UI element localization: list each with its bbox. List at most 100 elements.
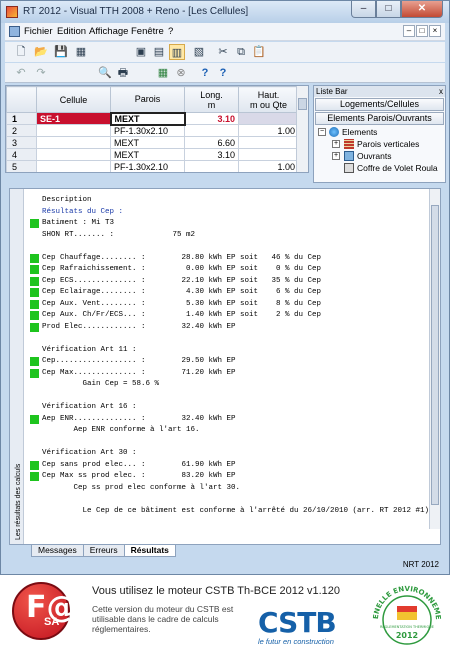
col-header-cellule[interactable]: Cellule (36, 86, 111, 113)
mdi-minimize-button[interactable]: – (403, 25, 415, 37)
table-row[interactable]: 3 MEXT 6.60 (6, 136, 299, 149)
menu-help[interactable]: ? (168, 26, 173, 37)
cell-haut[interactable]: 1.00 (238, 124, 299, 137)
mdi-restore-button[interactable]: □ (416, 25, 428, 37)
report-line: Cep Rafraichissement. : 0.00 kWh EP soit… (30, 264, 434, 276)
cell-long[interactable] (184, 160, 239, 172)
cell-cellule[interactable] (36, 160, 111, 172)
cut-icon[interactable]: ✂ (215, 44, 231, 60)
tree-expander[interactable]: − (318, 128, 326, 136)
report-line: Description (30, 195, 434, 207)
calculator-icon[interactable]: ▦ (155, 65, 171, 81)
tab-messages[interactable]: Messages (31, 545, 84, 557)
maximize-button[interactable]: □ (376, 1, 401, 18)
view-icon[interactable]: ▦ (73, 44, 89, 60)
tree-node-coffre[interactable]: Coffre de Volet Roula (314, 162, 445, 174)
results-scrollbar[interactable] (429, 189, 440, 529)
mdi-close-button[interactable]: × (429, 25, 441, 37)
elements-parois-button[interactable]: Elements Parois/Ouvrants (315, 112, 444, 125)
tool2-icon[interactable]: ▤ (151, 44, 167, 60)
menu-edition[interactable]: Edition (57, 26, 86, 37)
report-line: Vérification Art 30 : (30, 448, 434, 460)
cell-haut[interactable] (238, 148, 299, 161)
row-number[interactable]: 4 (6, 148, 37, 161)
tree-expander[interactable]: + (332, 140, 340, 148)
minimize-button[interactable]: – (351, 1, 376, 18)
report-line-text: Cep Rafraichissement. : 0.00 kWh EP soit… (42, 265, 322, 273)
context-help-icon[interactable]: ? (215, 65, 231, 81)
close-button[interactable]: ✕ (401, 1, 443, 18)
tab-resultats[interactable]: Résultats (123, 545, 176, 557)
cstb-logo: CSTB (258, 606, 337, 639)
tool4-icon[interactable]: ▧ (191, 44, 207, 60)
logements-cellules-button[interactable]: Logements/Cellules (315, 98, 444, 111)
cell-cellule[interactable]: SE-1 (36, 112, 111, 125)
table-row[interactable]: 5 PF-1.30x2.10 1.00 (6, 160, 299, 172)
status-marker-icon (30, 276, 39, 286)
results-report[interactable]: Description Résultats du Cep : Batiment : … (30, 195, 434, 517)
cell-cellule[interactable] (36, 148, 111, 161)
document-icon[interactable] (9, 26, 20, 37)
new-file-icon[interactable]: 🗋 (13, 44, 29, 60)
col-header-long[interactable]: Long. m (184, 86, 239, 113)
row-number[interactable]: 1 (6, 112, 37, 125)
tool1-icon[interactable]: ▣ (133, 44, 149, 60)
report-line-text: Le Cep de ce bâtiment est conforme à l'a… (42, 506, 434, 515)
cell-long[interactable]: 6.60 (184, 136, 239, 149)
table-row[interactable]: 1 SE-1 MEXT 3.10 (6, 111, 299, 126)
row-number[interactable]: 5 (6, 160, 37, 172)
cell-parois[interactable]: MEXT (110, 148, 185, 161)
tab-erreurs[interactable]: Erreurs (82, 545, 125, 557)
list-bar-title: Liste Bar x (314, 86, 445, 97)
grid-scrollbar[interactable] (296, 86, 308, 172)
paste-icon[interactable]: 📋 (251, 44, 267, 60)
tree-expander[interactable]: + (332, 152, 340, 160)
cell-long[interactable]: 3.10 (184, 112, 239, 125)
cell-haut[interactable] (238, 136, 299, 149)
tree-node-ouvrants[interactable]: + Ouvrants (314, 150, 445, 162)
cell-parois[interactable]: PF-1.30x2.10 (110, 124, 185, 137)
row-number[interactable]: 2 (6, 124, 37, 137)
table-row[interactable]: 2 PF-1.30x2.10 1.00 (6, 124, 299, 137)
menu-fenetre[interactable]: Fenêtre (131, 26, 164, 37)
window-title: RT 2012 - Visual TTH 2008 + Reno - [Les … (23, 6, 249, 17)
cell-cellule[interactable] (36, 136, 111, 149)
table-row[interactable]: 4 MEXT 3.10 (6, 148, 299, 161)
cell-parois[interactable]: MEXT (110, 136, 185, 149)
cell-cellule[interactable] (36, 124, 111, 137)
cancel-icon[interactable]: ⊗ (173, 65, 189, 81)
toolbar-tools: ↶ ↷ 🔍 🖶 ▦ ⊗ ? ? (5, 63, 445, 83)
undo-icon[interactable]: ↶ (13, 65, 29, 81)
report-line: Cep Chauffage........ : 28.80 kWh EP soi… (30, 253, 434, 265)
cell-parois[interactable]: PF-1.30x2.10 (110, 160, 185, 172)
redo-icon[interactable]: ↷ (33, 65, 49, 81)
title-bar[interactable]: RT 2012 - Visual TTH 2008 + Reno - [Les … (1, 1, 449, 23)
tool3-icon[interactable]: ▥ (169, 44, 185, 60)
menu-fichier[interactable]: Fichier (24, 26, 53, 37)
report-line: Prod Elec............ : 32.40 kWh EP (30, 322, 434, 334)
cells-grid[interactable]: Cellule Parois Long. m Haut. m ou Qte 1 … (5, 85, 309, 173)
cell-haut[interactable] (238, 112, 299, 125)
help-icon[interactable]: ? (197, 65, 213, 81)
col-header-parois[interactable]: Parois (110, 86, 185, 113)
tree-node-parois-verticales[interactable]: + Parois verticales (314, 138, 445, 150)
binoculars-icon[interactable]: 🔍 (97, 65, 113, 81)
tree-label: Parois verticales (357, 139, 420, 149)
row-number[interactable]: 3 (6, 136, 37, 149)
cell-parois[interactable]: MEXT (109, 111, 186, 126)
print-icon[interactable]: 🖶 (115, 65, 131, 81)
cell-long[interactable]: 3.10 (184, 148, 239, 161)
scroll-thumb[interactable] (431, 205, 439, 505)
scroll-thumb[interactable] (298, 98, 307, 110)
menu-affichage[interactable]: Affichage (89, 26, 128, 37)
report-line-text: Aep ENR.............. : 32.40 kWh EP (42, 414, 236, 423)
tree-node-elements[interactable]: − Elements (314, 126, 445, 138)
cell-haut[interactable]: 1.00 (238, 160, 299, 172)
copy-icon[interactable]: ⧉ (233, 44, 249, 60)
save-icon[interactable]: 💾 (53, 44, 69, 60)
list-bar-close-icon[interactable]: x (439, 86, 443, 97)
open-folder-icon[interactable]: 📂 (33, 44, 49, 60)
cell-long[interactable] (184, 124, 239, 137)
col-header-haut[interactable]: Haut. m ou Qte (238, 86, 299, 113)
app-icon[interactable] (6, 6, 18, 18)
